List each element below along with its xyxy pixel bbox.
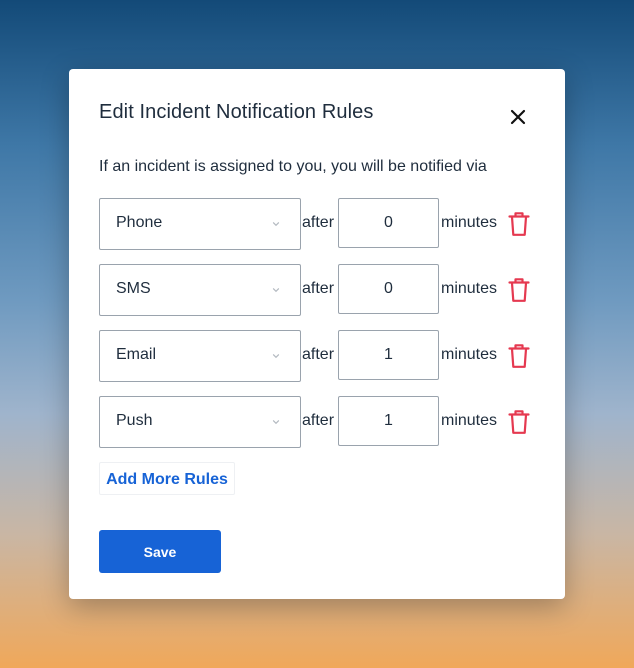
- after-label: after: [302, 346, 335, 363]
- dialog-description: If an incident is assigned to you, you w…: [99, 158, 487, 175]
- trash-icon[interactable]: [508, 277, 530, 303]
- channel-select-value: SMS: [116, 280, 151, 297]
- channel-select[interactable]: Push: [99, 396, 301, 448]
- channel-select[interactable]: Phone: [99, 198, 301, 250]
- channel-select[interactable]: Email: [99, 330, 301, 382]
- minutes-input[interactable]: [338, 198, 439, 248]
- rule-row-email: Email after minutes: [99, 330, 539, 382]
- notification-rules-dialog: Edit Incident Notification Rules If an i…: [69, 69, 565, 599]
- minutes-input[interactable]: [338, 264, 439, 314]
- close-icon: [510, 109, 526, 125]
- dialog-title: Edit Incident Notification Rules: [99, 101, 374, 123]
- after-label: after: [302, 280, 335, 297]
- rule-row-phone: Phone after minutes: [99, 198, 539, 250]
- save-button[interactable]: Save: [99, 530, 221, 573]
- minutes-label: minutes: [441, 280, 498, 297]
- channel-select-value: Phone: [116, 214, 163, 231]
- trash-icon[interactable]: [508, 211, 530, 237]
- close-button[interactable]: [505, 104, 531, 130]
- trash-icon[interactable]: [508, 343, 530, 369]
- channel-select-value: Push: [116, 412, 153, 429]
- channel-select-value: Email: [116, 346, 157, 363]
- after-label: after: [302, 214, 335, 231]
- minutes-label: minutes: [441, 412, 498, 429]
- channel-select[interactable]: SMS: [99, 264, 301, 316]
- minutes-input[interactable]: [338, 396, 439, 446]
- chevron-down-icon: [272, 354, 280, 359]
- minutes-input[interactable]: [338, 330, 439, 380]
- chevron-down-icon: [272, 420, 280, 425]
- rule-row-push: Push after minutes: [99, 396, 539, 448]
- trash-icon[interactable]: [508, 409, 530, 435]
- chevron-down-icon: [272, 288, 280, 293]
- add-more-rules-button[interactable]: Add More Rules: [99, 462, 235, 495]
- chevron-down-icon: [272, 222, 280, 227]
- rule-row-sms: SMS after minutes: [99, 264, 539, 316]
- minutes-label: minutes: [441, 214, 498, 231]
- after-label: after: [302, 412, 335, 429]
- minutes-label: minutes: [441, 346, 498, 363]
